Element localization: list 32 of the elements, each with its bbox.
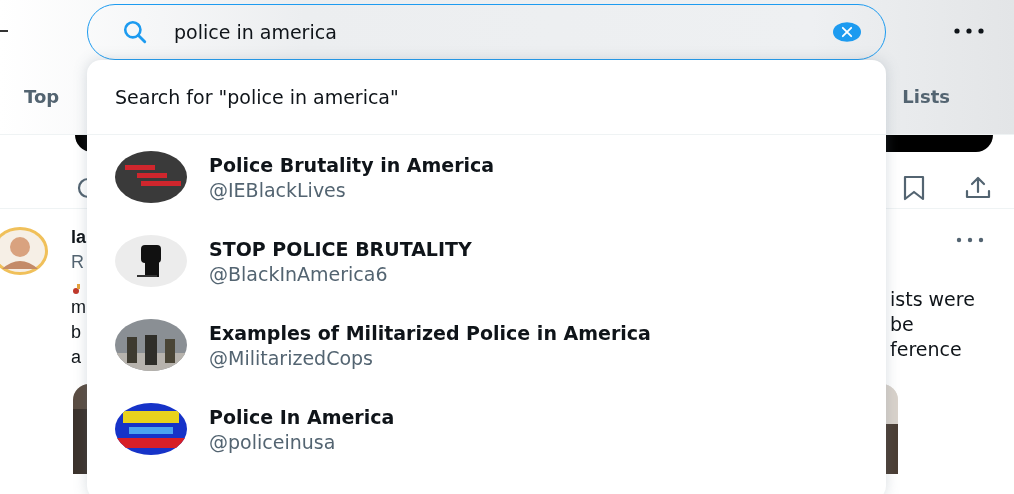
tweet-text: a — [71, 346, 81, 369]
tweet-text: b — [71, 321, 81, 344]
more-icon[interactable] — [956, 237, 984, 243]
emoji-icon — [71, 283, 83, 295]
search-input[interactable]: police in america — [174, 21, 801, 43]
account-name: Examples of Militarized Police in America — [209, 321, 651, 344]
account-handle: @MilitarizedCops — [209, 346, 374, 369]
account-name: Police In America — [209, 405, 395, 428]
more-icon[interactable] — [954, 28, 984, 34]
tab[interactable]: Lists — [902, 86, 950, 113]
reply-icon[interactable] — [75, 176, 89, 200]
avatar[interactable] — [0, 225, 50, 277]
account-handle: @policeinusa — [209, 430, 337, 453]
tab[interactable]: Top — [24, 86, 60, 113]
author-handle: R — [71, 252, 84, 273]
account-result[interactable]: Police Brutality in America @IEBlackLives — [87, 135, 886, 219]
account-name: STOP POLICE BRUTALITY — [209, 237, 472, 260]
search-icon — [122, 19, 148, 45]
account-result[interactable]: Police In America @policeinusa — [87, 387, 886, 471]
share-icon[interactable] — [964, 176, 992, 200]
account-handle: @IEBlackLives — [209, 178, 347, 201]
tweet-text: be — [890, 312, 914, 337]
tweet-text: ists were — [890, 287, 975, 312]
account-result[interactable]: STOP POLICE BRUTALITY @BlackInAmerica6 — [87, 219, 886, 303]
search-suggestion[interactable]: Search for "police in america" — [87, 60, 886, 135]
tweet-text: ference — [890, 337, 962, 362]
bookmark-icon[interactable] — [902, 175, 926, 201]
tweet-text: m — [71, 296, 86, 319]
account-result[interactable]: Examples of Militarized Police in America @MilitarizedCops — [87, 303, 886, 387]
author-name[interactable]: la — [71, 227, 86, 248]
account-handle: @BlackInAmerica6 — [209, 262, 389, 285]
account-name: Police Brutality in America — [209, 153, 495, 176]
